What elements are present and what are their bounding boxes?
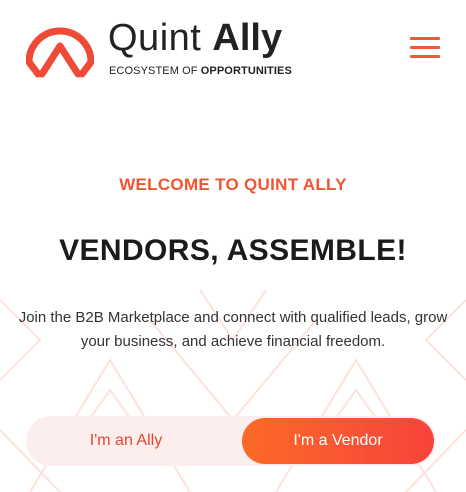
brand-name-bold: Ally (212, 17, 283, 59)
page: Quint Ally ECOSYSTEM OF OPPORTUNITIES WE… (0, 0, 466, 492)
menu-bar-bottom (410, 55, 440, 58)
tagline-light: ECOSYSTEM OF (109, 65, 201, 77)
vendor-button[interactable]: I'm a Vendor (242, 418, 434, 464)
tagline-bold: OPPORTUNITIES (200, 65, 292, 77)
menu-bar-top (410, 37, 440, 40)
page-headline: VENDORS, ASSEMBLE! (59, 234, 407, 267)
hamburger-menu-button[interactable] (406, 34, 442, 62)
role-toggle: I'm an Ally I'm a Vendor (26, 416, 436, 466)
brand-name[interactable]: Quint Ally (108, 16, 282, 60)
brand-tagline: ECOSYSTEM OF OPPORTUNITIES (109, 64, 292, 78)
hero-description: Join the B2B Marketplace and connect wit… (18, 309, 448, 350)
welcome-eyebrow: WELCOME TO QUINT ALLY (119, 175, 347, 194)
quint-ally-logo-icon[interactable] (26, 16, 94, 78)
site-header: Quint Ally ECOSYSTEM OF OPPORTUNITIES (0, 0, 466, 100)
ally-button[interactable]: I'm an Ally (26, 416, 226, 466)
menu-bar-middle (410, 46, 440, 49)
brand-name-light: Quint (108, 17, 213, 59)
